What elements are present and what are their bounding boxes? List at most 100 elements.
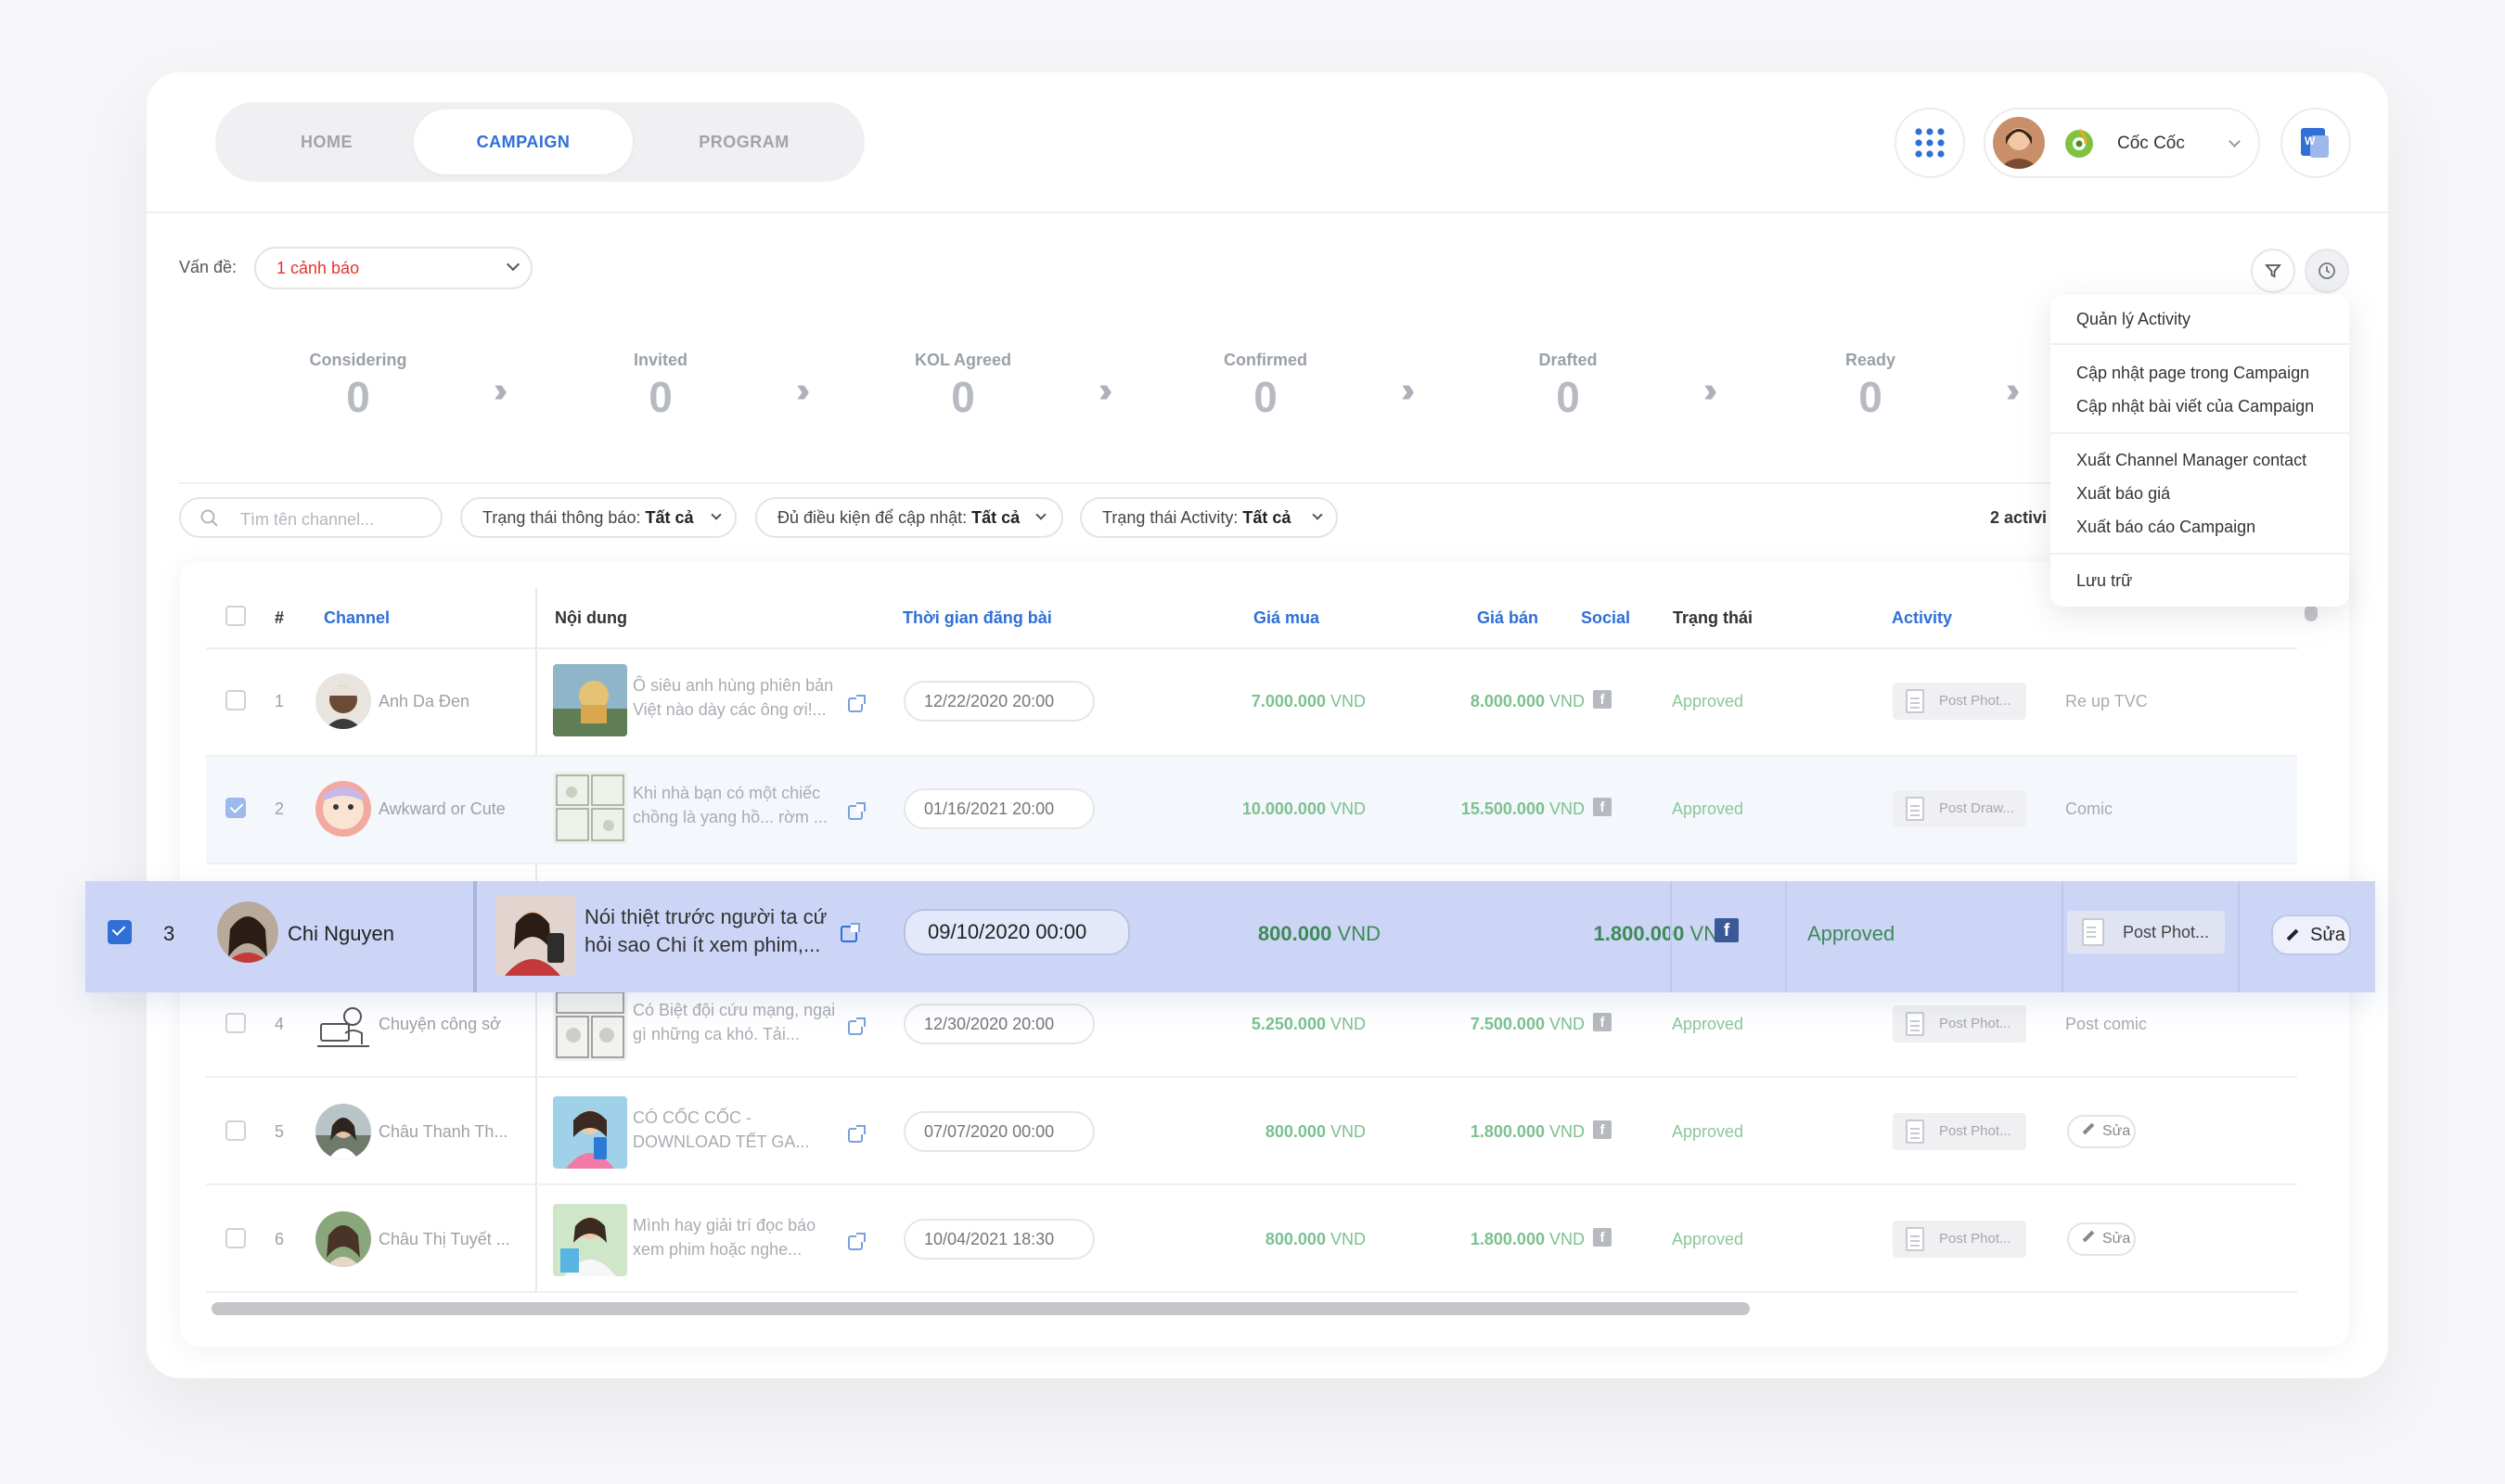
account-switcher[interactable]: Cốc Cốc (1984, 108, 2260, 178)
dragged-table-row[interactable]: 3 Chi Nguyen Nói thiệt trước người ta cứ… (85, 881, 2375, 992)
channel-name[interactable]: Châu Thị Tuyết ... (379, 1230, 510, 1249)
menu-item-update-pages[interactable]: Cập nhật page trong Campaign (2076, 364, 2309, 383)
table-row[interactable]: 2 Awkward or Cute Khi nhà bạn có một chi… (206, 757, 2297, 864)
status-text: Approved (1672, 692, 1744, 710)
channel-search[interactable]: Tìm tên channel... (179, 497, 443, 538)
external-link-icon[interactable] (848, 802, 866, 820)
row-index: 1 (275, 692, 285, 710)
menu-item-manage-activity[interactable]: Quản lý Activity (2076, 310, 2190, 329)
table-row[interactable]: 6 Châu Thị Tuyết ... Mình hay giải trí đ… (206, 1185, 2297, 1293)
channel-name[interactable]: Awkward or Cute (379, 800, 506, 819)
row-checkbox[interactable] (108, 920, 132, 944)
issue-select[interactable]: 1 cảnh báo (254, 247, 533, 289)
channel-name[interactable]: Chuyện công sở (379, 1015, 501, 1034)
col-activity[interactable]: Activity (1892, 608, 1952, 628)
workspace-button[interactable]: W (2280, 108, 2351, 178)
status-text: Approved (1672, 800, 1744, 818)
pencil-icon (2082, 1122, 2095, 1135)
actions-menu: Quản lý Activity Cập nhật page trong Cam… (2050, 295, 2349, 607)
header-divider (147, 211, 2388, 213)
select-all-checkbox[interactable] (225, 606, 246, 626)
activity-chip[interactable]: Post Phot... (1893, 1005, 2026, 1043)
post-time[interactable]: 10/04/2021 18:30 (904, 1219, 1095, 1260)
facebook-icon[interactable]: f (1593, 1120, 1612, 1139)
activity-chip[interactable]: Post Phot... (1893, 683, 2026, 720)
activity-count: 2 activi (1990, 508, 2048, 527)
channel-name[interactable]: Anh Da Đen (379, 692, 469, 711)
document-icon (1906, 689, 1924, 713)
buy-price: 5.250.000 VND (1251, 1015, 1366, 1033)
history-button[interactable] (2305, 249, 2349, 293)
activity-chip[interactable]: Post Phot... (1893, 1221, 2026, 1258)
external-link-icon[interactable] (848, 1125, 866, 1143)
row-checkbox[interactable] (225, 1228, 246, 1248)
col-social[interactable]: Social (1581, 608, 1630, 628)
external-link-icon[interactable] (848, 695, 866, 712)
activity-status-filter[interactable]: Trạng thái Activity: Tất cả (1080, 497, 1338, 538)
activity-chip[interactable]: Post Draw... (1893, 790, 2026, 827)
facebook-icon[interactable]: f (1593, 1013, 1612, 1031)
notify-status-filter[interactable]: Trạng thái thông báo: Tất cả (460, 497, 737, 538)
channel-avatar (315, 1211, 371, 1267)
table-row[interactable]: 1 Anh Da Đen Ô siêu anh hùng phiên bản V… (206, 649, 2297, 757)
channel-name[interactable]: Chi Nguyen (288, 922, 394, 946)
clock-icon (2319, 262, 2335, 279)
buy-price: 800.000 VND (1265, 1230, 1366, 1248)
tab-home[interactable]: HOME (234, 109, 419, 174)
tab-campaign[interactable]: CAMPAIGN (414, 109, 633, 174)
channel-name[interactable]: Châu Thanh Th... (379, 1122, 507, 1142)
activity-chip[interactable]: Post Phot... (1893, 1113, 2026, 1150)
menu-item-archive[interactable]: Lưu trữ (2076, 571, 2132, 591)
filter-label: Đủ điều kiện để cập nhật: (777, 508, 968, 527)
external-link-icon[interactable] (848, 1233, 866, 1250)
col-channel[interactable]: Channel (324, 608, 390, 628)
menu-item-export-contacts[interactable]: Xuất Channel Manager contact (2076, 451, 2306, 470)
edit-button[interactable]: Sửa (2067, 1115, 2136, 1148)
search-input[interactable]: Tìm tên channel... (240, 510, 374, 530)
post-time[interactable]: 07/07/2020 00:00 (904, 1111, 1095, 1152)
sell-price: 15.500.000 VND (1460, 800, 1585, 818)
row-checkbox[interactable] (225, 690, 246, 710)
row-checkbox[interactable] (225, 1013, 246, 1033)
col-buy-price[interactable]: Giá mua (1253, 608, 1319, 628)
double-chevron-icon: ›› (1703, 371, 1718, 410)
status-text: Approved (1807, 922, 1895, 945)
channel-avatar (217, 902, 278, 963)
menu-item-update-posts[interactable]: Cập nhật bài viết của Campaign (2076, 397, 2314, 416)
channel-avatar (315, 1104, 371, 1159)
post-time[interactable]: 09/10/2020 00:00 (904, 909, 1130, 955)
filter-button[interactable] (2251, 249, 2295, 293)
post-thumbnail (553, 1096, 627, 1169)
apps-grid-button[interactable] (1895, 108, 1965, 178)
frozen-column-divider (473, 881, 477, 992)
post-thumbnail (553, 664, 627, 736)
menu-item-export-quote[interactable]: Xuất báo giá (2076, 484, 2170, 504)
col-post-time[interactable]: Thời gian đăng bài (903, 608, 1052, 628)
facebook-icon[interactable]: f (1593, 1228, 1612, 1247)
post-time[interactable]: 01/16/2021 20:00 (904, 788, 1095, 829)
post-time[interactable]: 12/22/2020 20:00 (904, 681, 1095, 722)
row-checkbox[interactable] (225, 798, 246, 818)
menu-item-export-report[interactable]: Xuất báo cáo Campaign (2076, 518, 2255, 537)
tab-program[interactable]: PROGRAM (651, 109, 837, 174)
stage-confirmed: Confirmed 0 (1224, 351, 1307, 421)
row-checkbox[interactable] (225, 1120, 246, 1141)
sell-price: 8.000.000 VND (1470, 692, 1585, 710)
post-thumbnail (553, 772, 627, 844)
activity-chip[interactable]: Post Phot... (2067, 911, 2225, 953)
facebook-icon[interactable]: f (1593, 690, 1612, 709)
edit-button[interactable]: Sửa (2271, 915, 2351, 955)
table-row[interactable]: 5 Châu Thanh Th... CÓ CỐC CỐC - DOWNLOAD… (206, 1078, 2297, 1185)
facebook-icon[interactable]: f (1593, 798, 1612, 816)
pencil-icon (2082, 1230, 2095, 1243)
vertical-scrollbar[interactable] (2305, 605, 2318, 621)
document-icon (1906, 797, 1924, 821)
facebook-icon[interactable]: f (1715, 918, 1739, 942)
horizontal-scrollbar[interactable] (212, 1302, 1750, 1315)
external-link-icon[interactable] (841, 923, 860, 942)
col-sell-price[interactable]: Giá bán (1477, 608, 1538, 628)
eligible-filter[interactable]: Đủ điều kiện để cập nhật: Tất cả (755, 497, 1063, 538)
post-time[interactable]: 12/30/2020 20:00 (904, 1004, 1095, 1044)
edit-button[interactable]: Sửa (2067, 1222, 2136, 1256)
external-link-icon[interactable] (848, 1017, 866, 1035)
